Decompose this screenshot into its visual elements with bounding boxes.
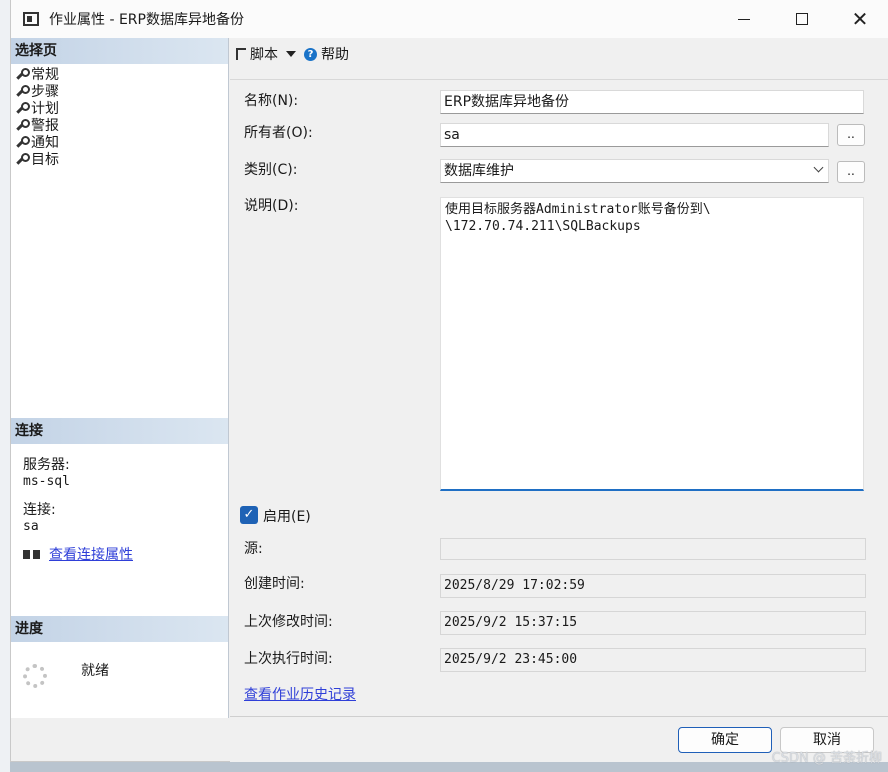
- chevron-down-icon: [286, 51, 296, 57]
- server-value: ms-sql: [23, 474, 70, 489]
- ok-button[interactable]: 确定: [678, 727, 772, 753]
- window-icon: [23, 12, 39, 26]
- pages-header: 选择页: [11, 38, 228, 64]
- progress-status: 就绪: [81, 663, 109, 679]
- progress-panel: 就绪: [11, 642, 228, 717]
- wrench-icon: [15, 135, 30, 148]
- progress-header: 进度: [11, 616, 228, 642]
- executed-field: 2025/9/2 23:45:00: [440, 648, 866, 672]
- connection-label: 连接:: [23, 502, 56, 518]
- description-label: 说明(D):: [244, 198, 299, 214]
- page-item-label: 目标: [31, 151, 59, 168]
- plug-icon: [23, 547, 41, 561]
- source-field: [440, 538, 866, 560]
- toolbar: 脚本 ? 帮助: [230, 38, 888, 80]
- modified-field: 2025/9/2 15:37:15: [440, 611, 866, 635]
- category-label: 类别(C):: [244, 162, 298, 178]
- connection-value: sa: [23, 519, 39, 534]
- chevron-down-icon: [813, 162, 824, 173]
- name-label: 名称(N):: [244, 93, 299, 109]
- page-list: 常规 步骤 计划 警报 通知 目标: [11, 64, 228, 418]
- title-bar[interactable]: 作业属性 - ERP数据库异地备份 ✕: [11, 0, 888, 38]
- modified-label: 上次修改时间:: [244, 614, 333, 630]
- page-item-general[interactable]: 常规: [11, 65, 228, 83]
- server-label: 服务器:: [23, 457, 70, 473]
- wrench-icon: [15, 118, 30, 131]
- close-button[interactable]: ✕: [831, 0, 888, 38]
- help-icon: ?: [304, 47, 317, 61]
- wrench-icon: [15, 152, 30, 165]
- watermark: CSDN @ 苦荼折柳: [771, 751, 882, 766]
- page-item-schedules[interactable]: 计划: [11, 99, 228, 117]
- script-icon: [236, 48, 246, 60]
- minimize-icon: [738, 18, 750, 20]
- general-form: 名称(N): ERP数据库异地备份 所有者(O): sa .. 类别(C): 数…: [230, 80, 888, 716]
- category-select[interactable]: 数据库维护: [440, 159, 829, 183]
- owner-label: 所有者(O):: [244, 125, 313, 141]
- page-item-alerts[interactable]: 警报: [11, 116, 228, 134]
- wrench-icon: [15, 84, 30, 97]
- page-item-steps[interactable]: 步骤: [11, 82, 228, 100]
- name-field[interactable]: ERP数据库异地备份: [440, 90, 864, 114]
- script-label: 脚本: [250, 47, 278, 63]
- job-properties-dialog: 作业属性 - ERP数据库异地备份 ✕ 选择页 常规 步骤 计划 警报 通知 目…: [10, 0, 888, 762]
- wrench-icon: [15, 67, 30, 80]
- left-pane: 选择页 常规 步骤 计划 警报 通知 目标 连接 服务器: ms-sql 连接:…: [11, 38, 229, 718]
- owner-field[interactable]: sa: [440, 123, 829, 147]
- minimize-button[interactable]: [715, 0, 773, 38]
- page-item-notifications[interactable]: 通知: [11, 133, 228, 151]
- background-app: [0, 0, 10, 772]
- help-button[interactable]: ? 帮助: [304, 44, 349, 64]
- executed-label: 上次执行时间:: [244, 651, 333, 667]
- view-job-history-link[interactable]: 查看作业历史记录: [244, 684, 356, 704]
- source-label: 源:: [244, 541, 263, 557]
- page-item-targets[interactable]: 目标: [11, 150, 228, 168]
- wrench-icon: [15, 101, 30, 114]
- close-icon: ✕: [851, 7, 869, 31]
- connection-header: 连接: [11, 418, 228, 444]
- created-field: 2025/8/29 17:02:59: [440, 574, 866, 598]
- spinner-icon: [23, 664, 47, 688]
- script-button[interactable]: 脚本: [236, 44, 296, 64]
- maximize-icon: [796, 13, 808, 25]
- owner-browse-button[interactable]: ..: [837, 124, 865, 146]
- checkmark-icon: ✓: [243, 507, 255, 522]
- category-value: 数据库维护: [444, 163, 514, 179]
- created-label: 创建时间:: [244, 576, 305, 592]
- enabled-label: 启用(E): [263, 509, 311, 525]
- description-textarea[interactable]: 使用目标服务器Administrator账号备份到\ \172.70.74.21…: [440, 197, 864, 491]
- enabled-checkbox[interactable]: ✓: [240, 506, 258, 524]
- view-connection-properties-link[interactable]: 查看连接属性: [49, 544, 133, 564]
- maximize-button[interactable]: [773, 0, 831, 38]
- help-label: 帮助: [321, 47, 349, 63]
- category-browse-button[interactable]: ..: [837, 161, 865, 183]
- connection-panel: 服务器: ms-sql 连接: sa 查看连接属性: [11, 444, 228, 616]
- window-title: 作业属性 - ERP数据库异地备份: [49, 12, 244, 28]
